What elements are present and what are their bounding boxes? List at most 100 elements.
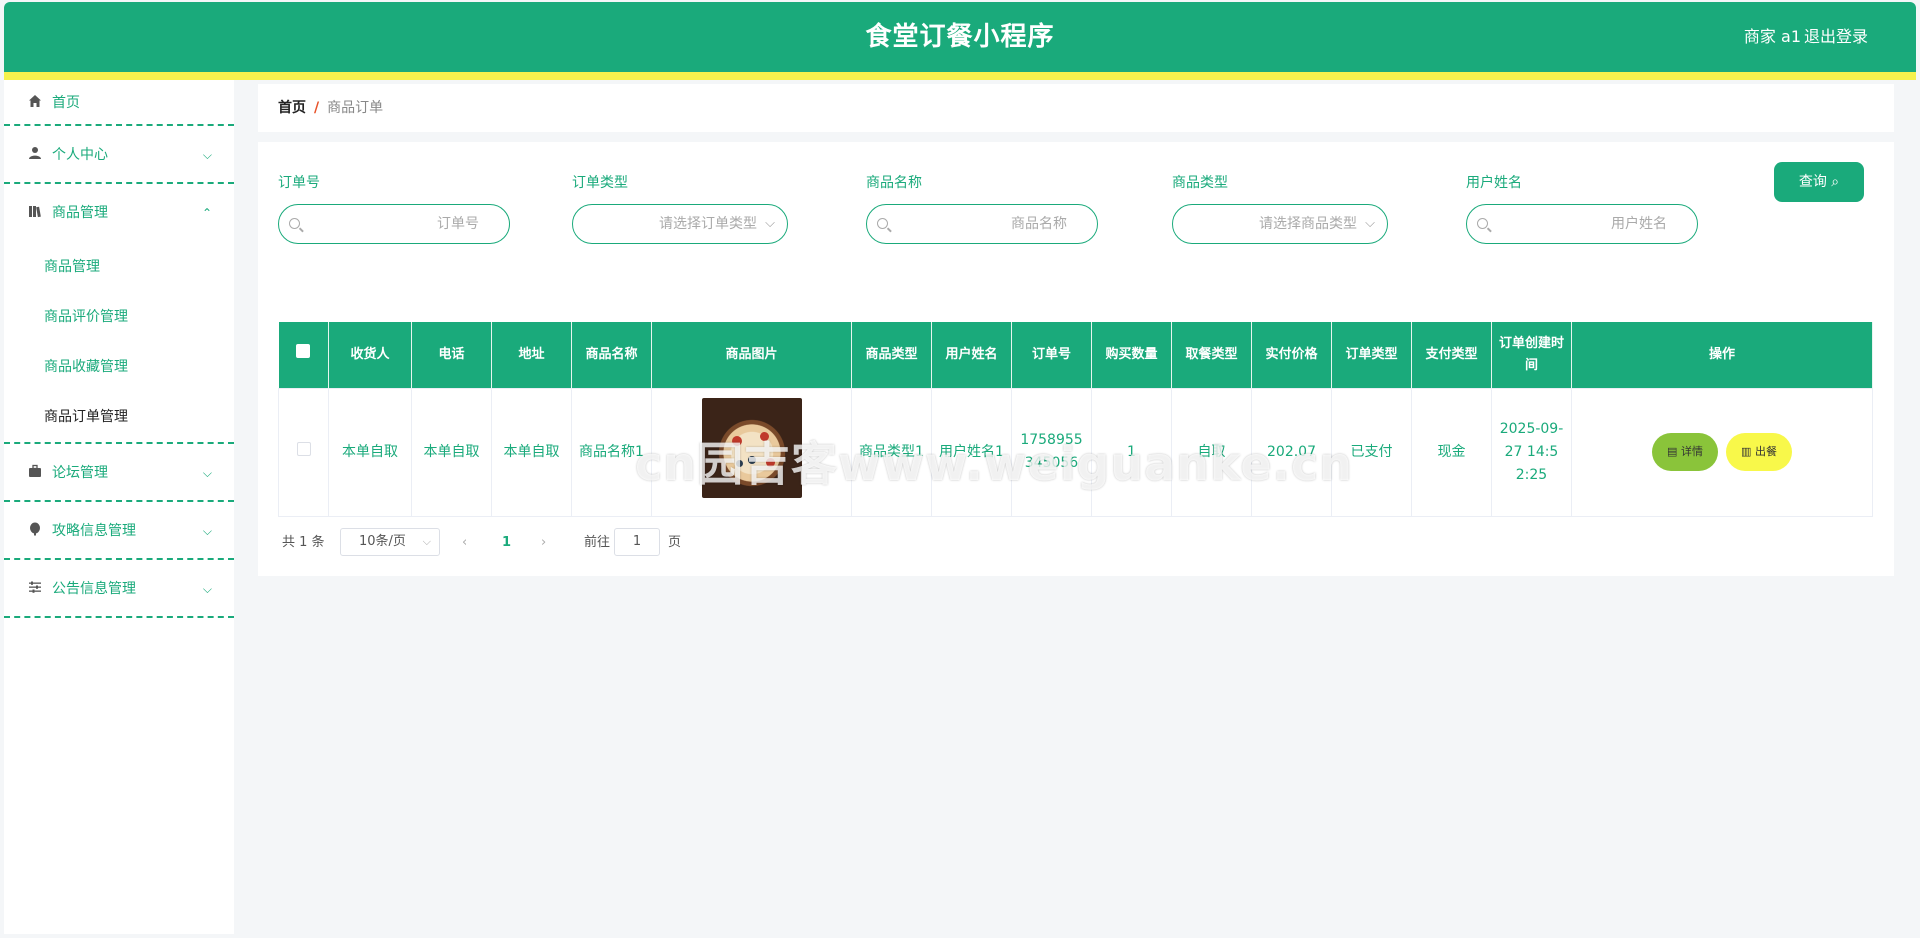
page-size-select[interactable]: 10条/页 ⌵ bbox=[340, 528, 440, 556]
column-header: 取餐类型 bbox=[1171, 322, 1252, 388]
balloon-icon bbox=[30, 522, 40, 536]
page-suffix: 页 bbox=[668, 535, 682, 550]
sidebar-item-label: 公告信息管理 bbox=[52, 581, 136, 597]
goto-label: 前往 bbox=[584, 535, 611, 550]
sidebar-item-label: 首页 bbox=[52, 95, 80, 111]
next-page-button[interactable]: › bbox=[541, 528, 546, 558]
row-select-cell bbox=[278, 387, 329, 517]
orders-table: 收货人 电话 地址 商品名称 商品图片 商品类型 用户姓名 订单号 购买数量 取… bbox=[278, 322, 1873, 517]
prev-page-button[interactable]: ‹ bbox=[462, 528, 467, 558]
select-all-cell bbox=[278, 322, 329, 388]
goods-type-select[interactable]: 请选择商品类型 ⌵ bbox=[1172, 204, 1388, 244]
detail-button[interactable]: ▤ 详情 bbox=[1652, 433, 1718, 471]
filter-order-type: 订单类型 请选择订单类型 ⌵ bbox=[572, 172, 788, 244]
book-icon: ▥ bbox=[1741, 445, 1752, 458]
sidebar-subitem-goods-manage[interactable]: 商品管理 bbox=[4, 242, 234, 292]
column-header: 操作 bbox=[1571, 322, 1873, 388]
filter-goods-name: 商品名称 商品名称 bbox=[866, 172, 1098, 244]
chevron-up-icon: ⌃ bbox=[201, 206, 212, 220]
table-header-row: 收货人 电话 地址 商品名称 商品图片 商品类型 用户姓名 订单号 购买数量 取… bbox=[278, 322, 1873, 388]
header-accent-line bbox=[4, 72, 1916, 80]
chevron-down-icon: ⌵ bbox=[422, 535, 431, 548]
column-header: 商品图片 bbox=[651, 322, 852, 388]
sidebar-item-label: 个人中心 bbox=[52, 147, 108, 163]
sidebar-item-label: 攻略信息管理 bbox=[52, 523, 136, 539]
top-bar: 食堂订餐小程序 商家 a1 退出登录 bbox=[4, 2, 1916, 72]
cell-quantity: 1 bbox=[1091, 387, 1172, 517]
sidebar: 首页 个人中心 ⌵ 商品管理 ⌃ 商品管理 商品评价管理 商品收藏管理 商品订单… bbox=[4, 80, 234, 934]
sliders-icon bbox=[29, 581, 41, 593]
column-header: 订单号 bbox=[1011, 322, 1092, 388]
sidebar-item-label: 商品管理 bbox=[52, 205, 108, 221]
goods-name-input[interactable]: 商品名称 bbox=[866, 204, 1098, 244]
sidebar-subitem-goods-order[interactable]: 商品订单管理 bbox=[4, 392, 234, 442]
cell-goods-name: 商品名称1 bbox=[571, 387, 652, 517]
select-placeholder: 请选择订单类型 bbox=[659, 216, 757, 232]
cell-pickup-type: 自取 bbox=[1171, 387, 1252, 517]
breadcrumb: 首页 / 商品订单 bbox=[258, 84, 1894, 132]
breadcrumb-home[interactable]: 首页 bbox=[278, 100, 306, 116]
column-header: 商品类型 bbox=[851, 322, 932, 388]
cell-user-name: 用户姓名1 bbox=[931, 387, 1012, 517]
chevron-down-icon: ⌵ bbox=[202, 466, 212, 480]
column-header: 商品名称 bbox=[571, 322, 652, 388]
filter-user-name: 用户姓名 用户姓名 bbox=[1466, 172, 1698, 244]
input-placeholder: 商品名称 bbox=[1011, 216, 1067, 232]
query-button-label: 查询 bbox=[1798, 174, 1827, 190]
user-icon bbox=[29, 147, 41, 159]
detail-button-label: 详情 bbox=[1680, 445, 1703, 458]
search-icon bbox=[1477, 218, 1488, 229]
cell-order-no: 1758955345056 bbox=[1011, 387, 1092, 517]
select-placeholder: 请选择商品类型 bbox=[1259, 216, 1357, 232]
input-placeholder: 订单号 bbox=[437, 216, 479, 232]
sidebar-subitem-goods-favorite[interactable]: 商品收藏管理 bbox=[4, 342, 234, 392]
main-panel: 订单号 订单号 订单类型 请选择订单类型 ⌵ 商品名称 商品名称 商品类型 请选… bbox=[258, 142, 1894, 576]
query-button[interactable]: 查询 ⌕ bbox=[1774, 162, 1864, 202]
sidebar-item-home[interactable]: 首页 bbox=[4, 80, 234, 126]
chevron-down-icon: ⌵ bbox=[202, 524, 212, 538]
order-type-select[interactable]: 请选择订单类型 ⌵ bbox=[572, 204, 788, 244]
filter-label: 商品类型 bbox=[1172, 175, 1228, 191]
row-checkbox[interactable] bbox=[296, 441, 311, 456]
goods-image[interactable] bbox=[701, 398, 802, 498]
column-header: 电话 bbox=[411, 322, 492, 388]
select-all-checkbox[interactable] bbox=[296, 343, 311, 358]
cell-order-type: 已支付 bbox=[1331, 387, 1412, 517]
briefcase-icon bbox=[29, 464, 41, 477]
filter-goods-type: 商品类型 请选择商品类型 ⌵ bbox=[1172, 172, 1388, 244]
cell-address: 本单自取 bbox=[491, 387, 572, 517]
column-header: 收货人 bbox=[328, 322, 412, 388]
cell-receiver: 本单自取 bbox=[328, 387, 412, 517]
page-number[interactable]: 1 bbox=[502, 528, 511, 558]
filter-label: 订单类型 bbox=[572, 175, 628, 191]
cell-goods-type: 商品类型1 bbox=[851, 387, 932, 517]
sidebar-item-personal[interactable]: 个人中心 ⌵ bbox=[4, 126, 234, 184]
sidebar-item-forum[interactable]: 论坛管理 ⌵ bbox=[4, 444, 234, 502]
logout-link[interactable]: 退出登录 bbox=[1804, 2, 1868, 72]
chevron-down-icon: ⌵ bbox=[765, 216, 775, 231]
column-header: 用户姓名 bbox=[931, 322, 1012, 388]
cell-created-time: 2025-09-27 14:52:25 bbox=[1491, 387, 1572, 517]
sidebar-item-notice[interactable]: 公告信息管理 ⌵ bbox=[4, 560, 234, 618]
home-icon bbox=[29, 95, 41, 107]
current-user: 商家 a1 bbox=[1743, 27, 1801, 46]
goto-page-input[interactable]: 1 bbox=[614, 528, 660, 556]
user-name-input[interactable]: 用户姓名 bbox=[1466, 204, 1698, 244]
filter-label: 商品名称 bbox=[866, 175, 922, 191]
serve-button[interactable]: ▥ 出餐 bbox=[1726, 433, 1792, 471]
document-icon: ▤ bbox=[1667, 445, 1678, 458]
sidebar-item-label: 论坛管理 bbox=[52, 465, 108, 481]
search-icon: ⌕ bbox=[1831, 174, 1840, 190]
breadcrumb-current: 商品订单 bbox=[327, 100, 384, 116]
column-header: 购买数量 bbox=[1091, 322, 1172, 388]
column-header: 订单创建时间 bbox=[1491, 322, 1572, 388]
sidebar-subitem-goods-review[interactable]: 商品评价管理 bbox=[4, 292, 234, 342]
sidebar-item-guide[interactable]: 攻略信息管理 ⌵ bbox=[4, 502, 234, 560]
pagination-total: 共 1 条 bbox=[282, 535, 325, 550]
order-no-input[interactable]: 订单号 bbox=[278, 204, 510, 244]
column-header: 支付类型 bbox=[1411, 322, 1492, 388]
sidebar-item-goods[interactable]: 商品管理 ⌃ bbox=[4, 184, 234, 242]
chevron-down-icon: ⌵ bbox=[202, 582, 212, 596]
chevron-down-icon: ⌵ bbox=[1365, 216, 1375, 231]
chevron-down-icon: ⌵ bbox=[202, 148, 212, 162]
